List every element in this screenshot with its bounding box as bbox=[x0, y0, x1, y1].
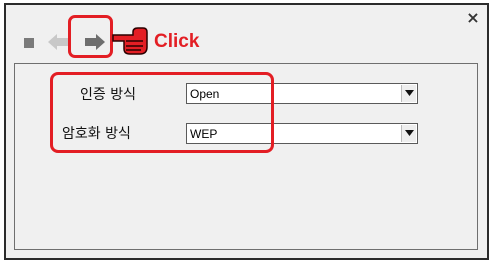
close-button[interactable]: × bbox=[465, 10, 481, 26]
pointing-hand-icon bbox=[112, 27, 152, 55]
click-annotation-label: Click bbox=[154, 31, 200, 52]
chevron-down-icon[interactable] bbox=[401, 85, 416, 102]
forward-button-highlight bbox=[68, 15, 113, 58]
chevron-down-icon[interactable] bbox=[401, 125, 416, 142]
form-highlight bbox=[50, 72, 274, 153]
stop-icon[interactable] bbox=[24, 38, 34, 48]
back-arrow-icon[interactable] bbox=[47, 33, 69, 51]
